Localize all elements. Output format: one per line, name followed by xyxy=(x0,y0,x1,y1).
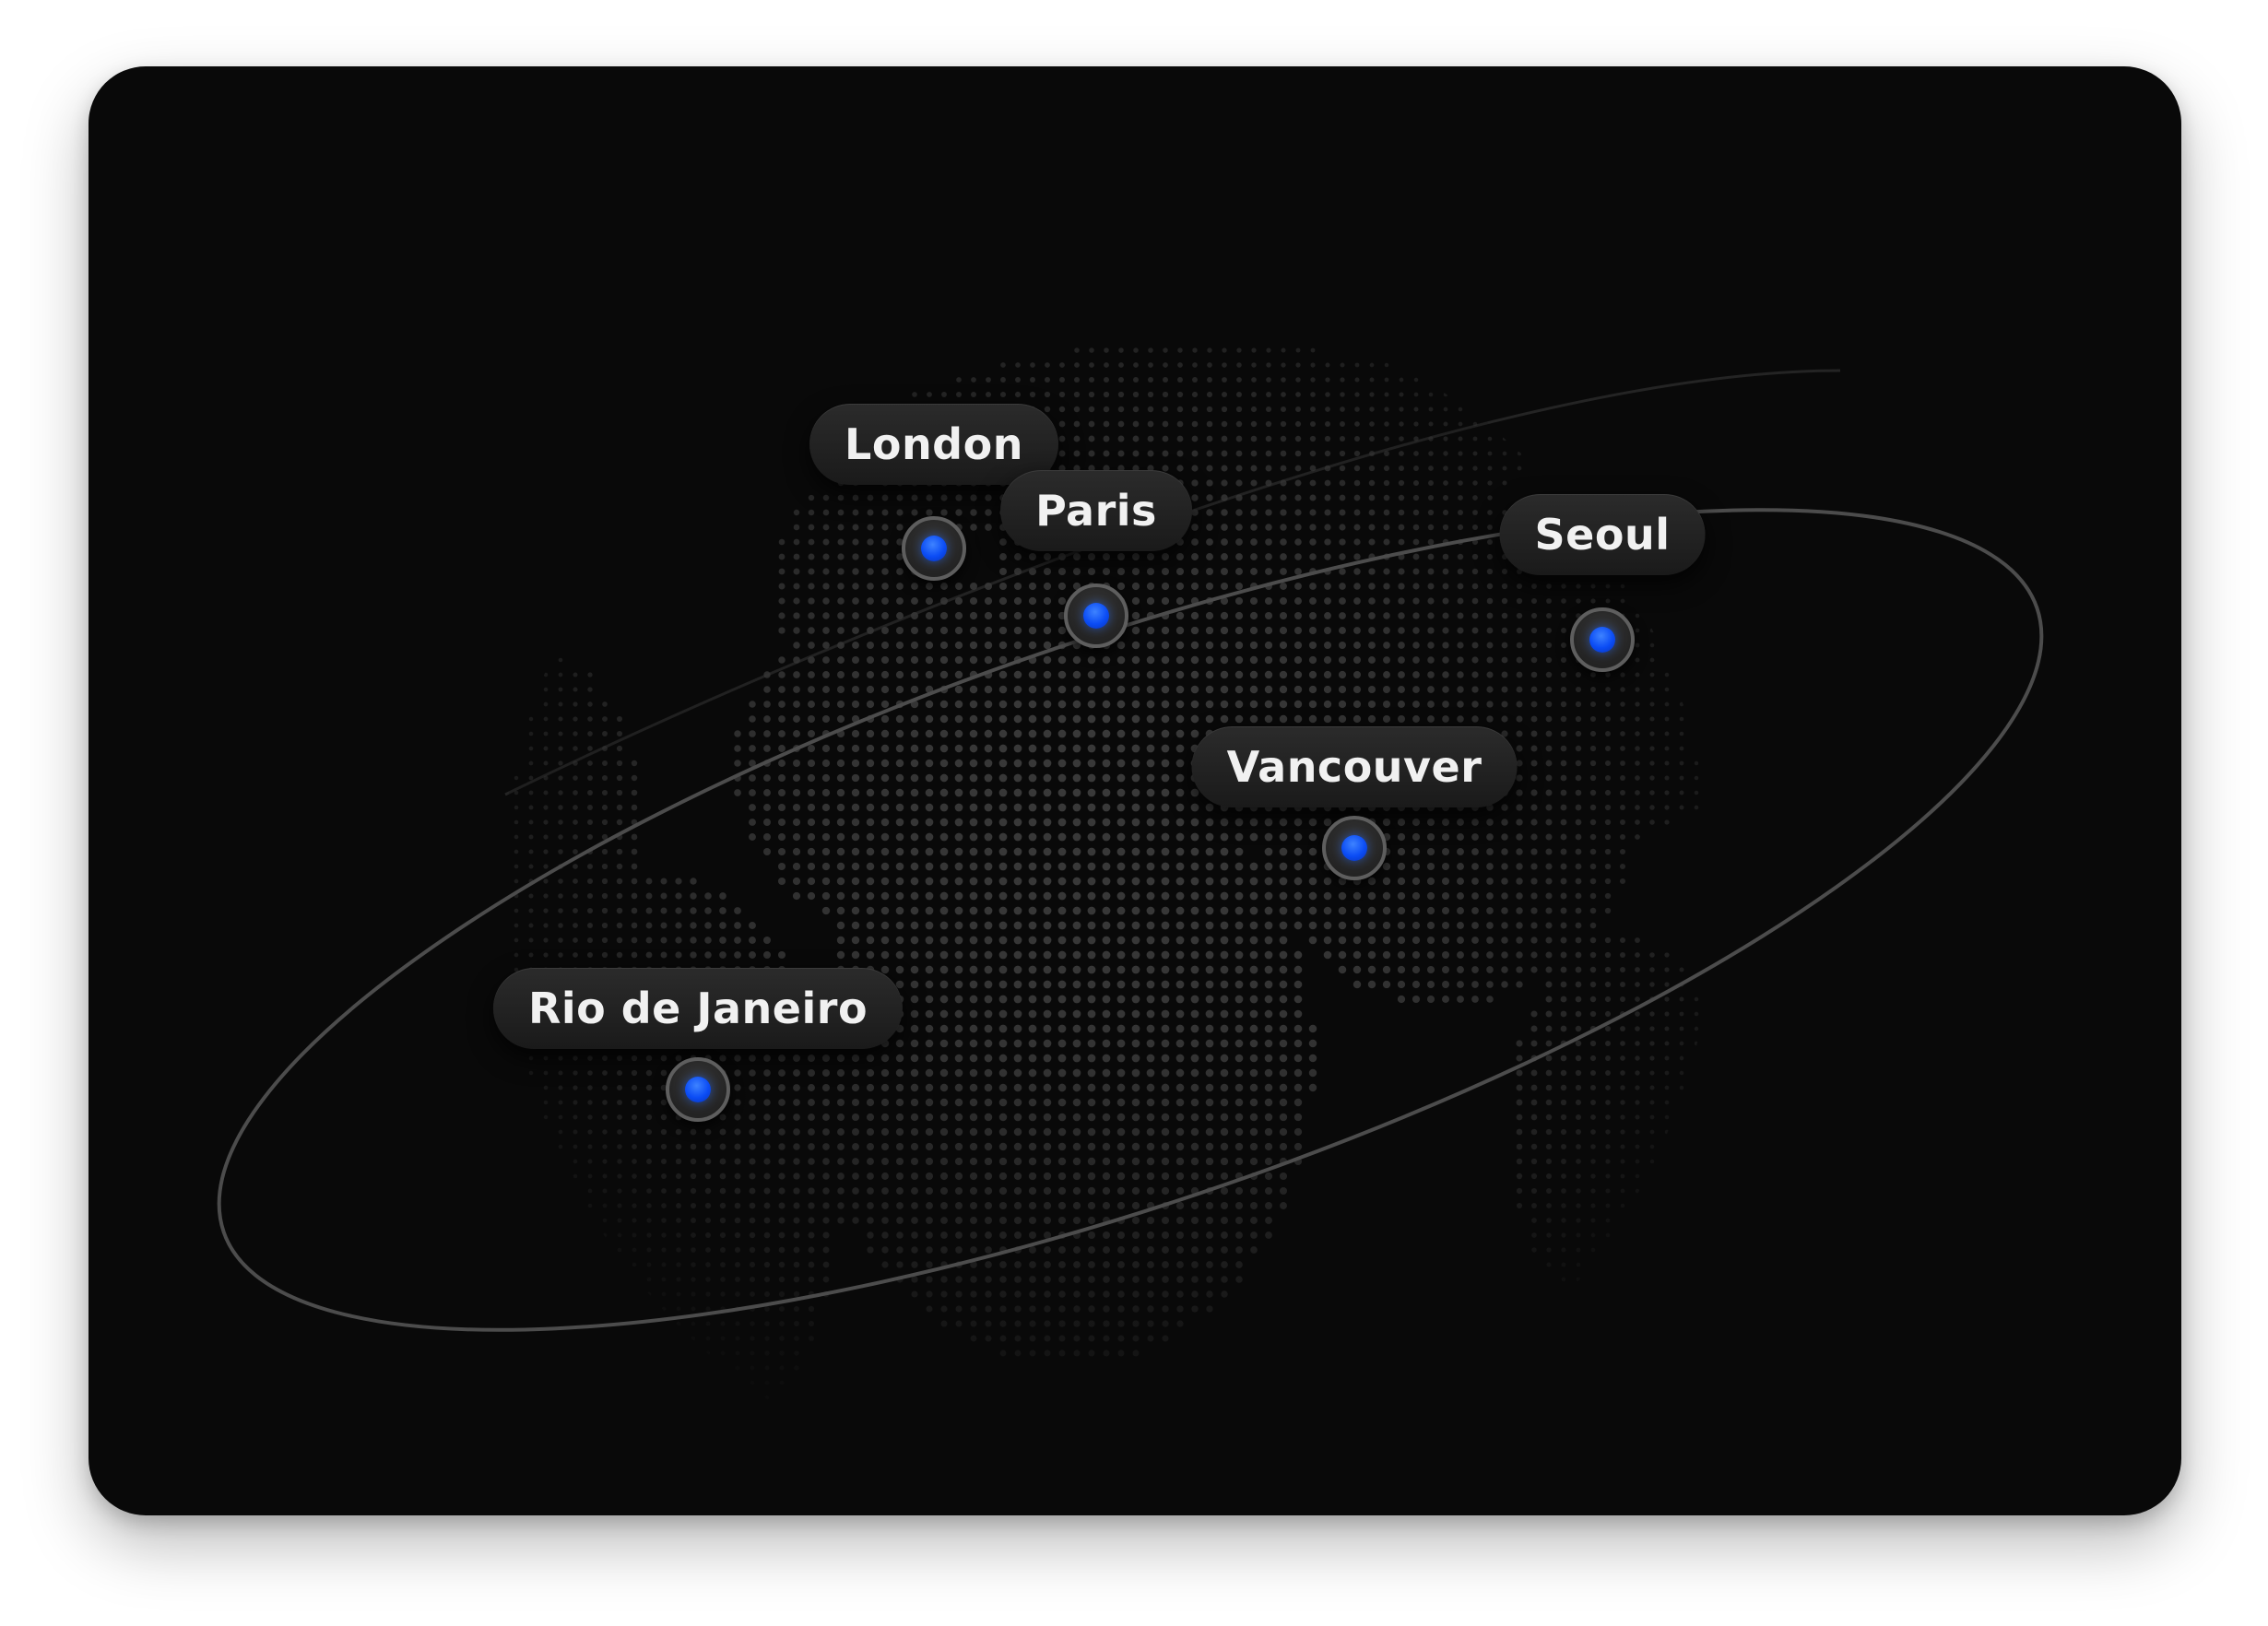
globe-scene xyxy=(217,288,2044,1514)
location-dot-icon xyxy=(1589,627,1615,653)
location-label-rio-de-janeiro[interactable]: Rio de Janeiro xyxy=(492,968,904,1049)
location-marker-seoul[interactable] xyxy=(1570,607,1635,672)
location-label-paris[interactable]: Paris xyxy=(1000,470,1192,551)
location-dot-icon xyxy=(685,1077,711,1102)
location-marker-rio-de-janeiro[interactable] xyxy=(666,1057,730,1122)
location-label-vancouver[interactable]: Vancouver xyxy=(1191,726,1518,807)
location-label-seoul[interactable]: Seoul xyxy=(1499,494,1706,575)
location-marker-paris[interactable] xyxy=(1064,583,1128,648)
map-card: London Paris Seoul Vancouver Rio de Jane… xyxy=(89,66,2181,1515)
location-marker-london[interactable] xyxy=(902,516,966,581)
location-dot-icon xyxy=(1341,835,1367,861)
location-marker-vancouver[interactable] xyxy=(1322,816,1387,880)
page: London Paris Seoul Vancouver Rio de Jane… xyxy=(0,0,2268,1626)
location-label-london[interactable]: London xyxy=(809,404,1058,485)
location-dot-icon xyxy=(921,536,947,561)
location-dot-icon xyxy=(1083,603,1109,629)
